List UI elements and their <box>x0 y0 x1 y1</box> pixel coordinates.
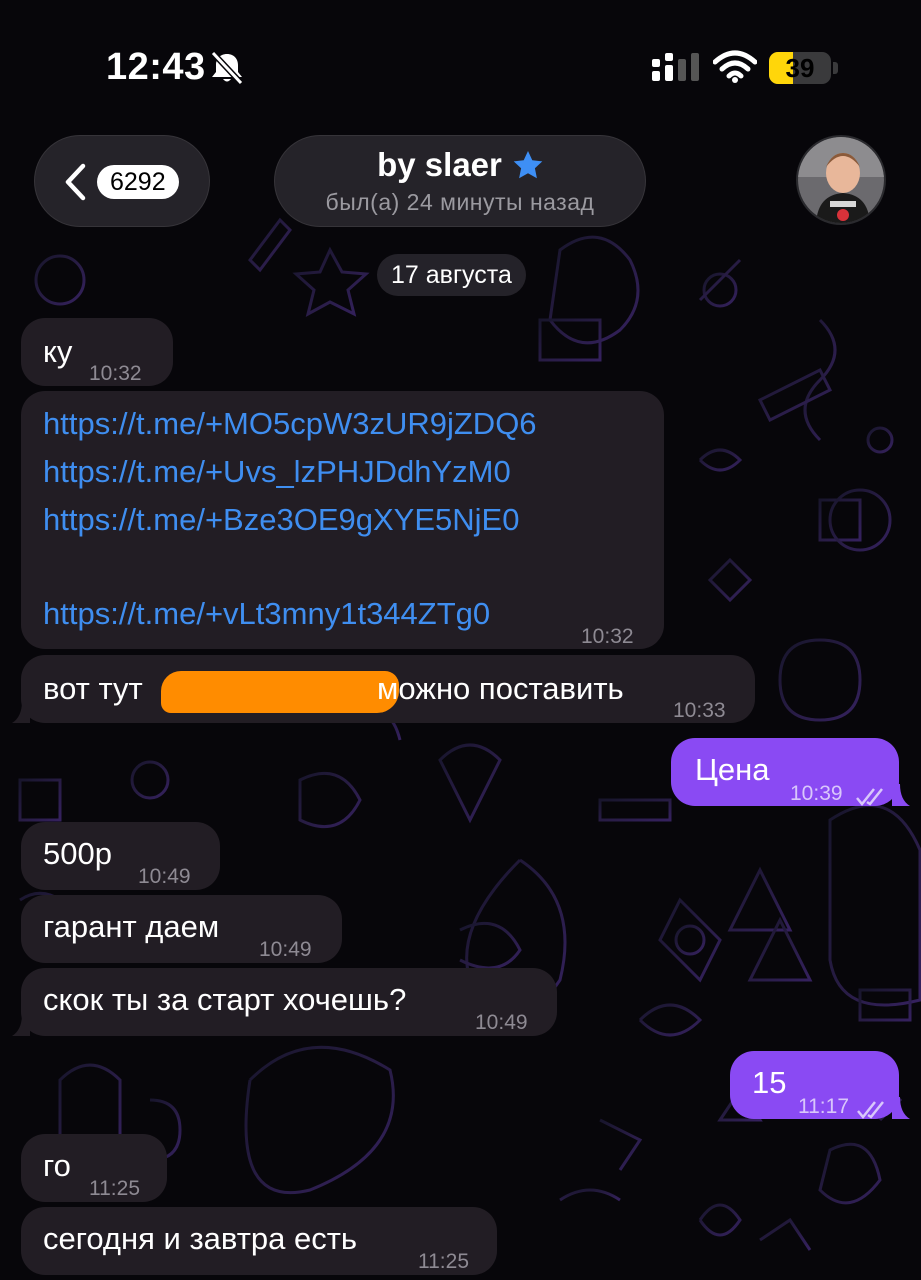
wifi-icon <box>712 50 758 84</box>
message-time: 11:17 <box>798 1095 849 1118</box>
message-link[interactable]: https://t.me/+Uvs_lzPHJDdhYzM0 <box>43 448 511 496</box>
bubble-tail <box>892 1097 912 1119</box>
message-link[interactable]: https://t.me/+MO5cpW3zUR9jZDQ6 <box>43 400 537 448</box>
message-text: можно поставить <box>377 671 624 706</box>
message-bubble[interactable]: гарант даем 10:49 <box>21 895 342 963</box>
message-time: 10:32 <box>581 625 634 648</box>
bubble-tail <box>892 784 912 806</box>
battery-percent: 39 <box>785 53 815 83</box>
message-bubble[interactable]: Цена 10:39 <box>671 738 899 806</box>
chevron-left-icon <box>63 162 87 202</box>
message-text: скок ты за старт хочешь? <box>43 982 407 1017</box>
message-bubble[interactable]: сегодня и завтра есть 11:25 <box>21 1207 497 1275</box>
back-button[interactable]: 6292 <box>34 135 210 227</box>
double-check-icon <box>855 773 885 806</box>
message-text: ку <box>43 334 73 369</box>
status-bar: 12:43 39 <box>0 0 921 130</box>
message-time: 10:39 <box>790 782 843 805</box>
message-link[interactable]: https://t.me/+vLt3mny1t344ZTg0 <box>43 590 490 638</box>
message-text: сегодня и завтра есть <box>43 1221 358 1256</box>
message-time: 10:49 <box>138 865 191 888</box>
message-bubble[interactable]: https://t.me/+MO5cpW3zUR9jZDQ6 https://t… <box>21 391 664 649</box>
double-check-icon <box>856 1086 886 1119</box>
message-text: го <box>43 1148 71 1183</box>
bubble-tail <box>10 1014 30 1036</box>
message-time: 11:25 <box>418 1250 469 1273</box>
bell-slash-icon <box>208 50 246 86</box>
date-separator: 17 августа <box>377 254 526 296</box>
message-text: 15 <box>752 1065 787 1100</box>
message-text: 500р <box>43 836 112 871</box>
message-time: 10:49 <box>475 1011 528 1034</box>
redaction-mark <box>161 671 399 713</box>
cellular-signal-icon <box>652 53 700 83</box>
message-bubble[interactable]: го 11:25 <box>21 1134 167 1202</box>
status-time: 12:43 <box>106 46 206 88</box>
bubble-tail <box>10 701 30 723</box>
message-text: вот тут <box>43 671 143 706</box>
last-seen-status: был(а) 24 минуты назад <box>325 189 595 215</box>
message-bubble[interactable]: ку 10:32 <box>21 318 173 386</box>
message-bubble[interactable]: вот тут можно поставить 10:33 <box>21 655 755 723</box>
message-bubble[interactable]: 500р 10:49 <box>21 822 220 890</box>
message-time: 10:33 <box>673 699 726 722</box>
message-time: 10:49 <box>259 938 312 961</box>
unread-count-badge: 6292 <box>97 165 179 199</box>
battery-indicator: 39 <box>769 52 839 84</box>
message-link[interactable]: https://t.me/+Bze3OE9gXYE5NjE0 <box>43 496 519 544</box>
message-text: гарант даем <box>43 909 220 944</box>
avatar[interactable] <box>796 135 886 225</box>
message-time: 11:25 <box>89 1177 140 1200</box>
message-bubble[interactable]: скок ты за старт хочешь? 10:49 <box>21 968 557 1036</box>
message-bubble[interactable]: 15 11:17 <box>730 1051 899 1119</box>
message-text: Цена <box>695 752 770 787</box>
